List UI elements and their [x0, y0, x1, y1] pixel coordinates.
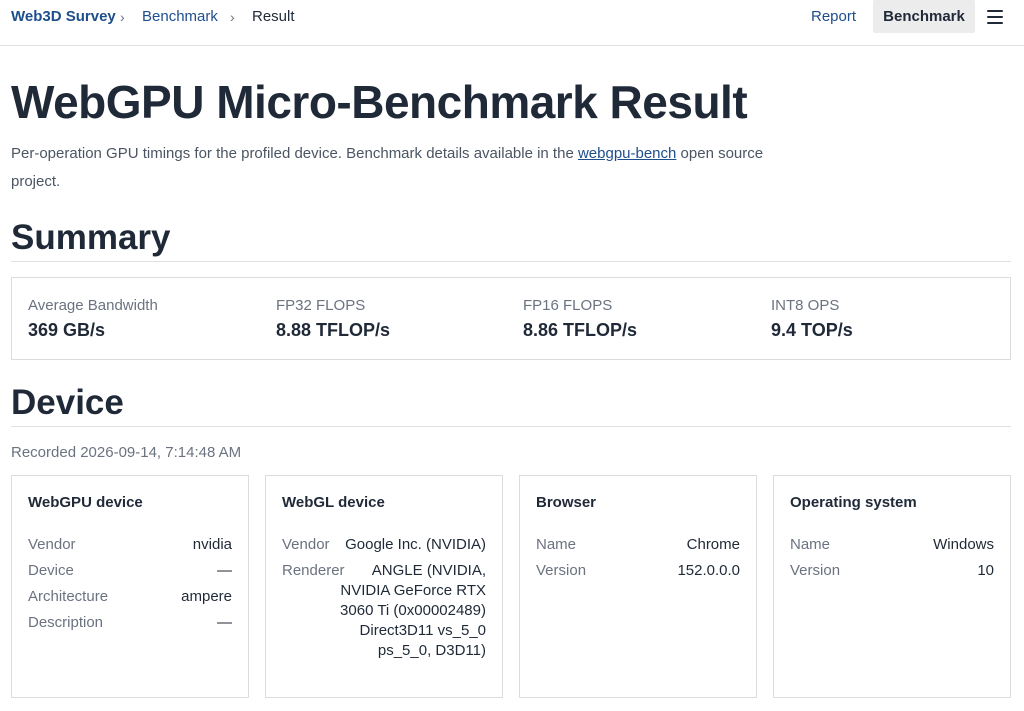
row-value: — [217, 562, 232, 579]
webgpu-device-card: WebGPU device Vendor nvidia Device — Arc… [11, 475, 249, 698]
row-value: ampere [181, 588, 232, 605]
browser-card: Browser Name Chrome Version 152.0.0.0 [519, 475, 757, 698]
row-key: Name [790, 536, 831, 553]
row-value: ANGLE (NVIDIA, NVIDIA GeForce RTX 3060 T… [340, 562, 486, 659]
breadcrumb-current: Result [252, 8, 295, 25]
hamburger-menu-icon[interactable] [987, 10, 1003, 24]
row-value: Google Inc. (NVIDIA) [345, 536, 486, 553]
summary-heading: Summary [11, 218, 171, 257]
chevron-right-icon: › [120, 9, 125, 25]
breadcrumb-benchmark-link[interactable]: Benchmark [142, 8, 218, 26]
row-value: Chrome [686, 536, 740, 553]
row-key: Vendor [28, 536, 76, 553]
stat-label: Average Bandwidth [28, 297, 158, 314]
row-key: Name [536, 536, 577, 553]
row-value: nvidia [192, 536, 232, 553]
row-key: Device [28, 562, 74, 579]
row-key: Version [790, 562, 841, 579]
page-title: WebGPU Micro-Benchmark Result [11, 76, 748, 128]
stat-average-bandwidth: Average Bandwidth 369 GB/s [28, 297, 158, 341]
stat-label: FP32 FLOPS [276, 297, 366, 314]
stat-fp16-flops: FP16 FLOPS 8.86 TFLOP/s [523, 297, 637, 341]
divider [11, 261, 1011, 262]
row-value: — [217, 614, 232, 631]
breadcrumb-home-link[interactable]: Web3D Survey [11, 8, 116, 26]
card-title: Browser [536, 494, 597, 511]
stat-label: INT8 OPS [771, 297, 840, 314]
stat-value: 9.4 TOP/s [771, 320, 853, 340]
row-key: Description [28, 614, 104, 631]
row-value: 10 [977, 562, 994, 579]
device-heading: Device [11, 383, 124, 422]
stat-label: FP16 FLOPS [523, 297, 613, 314]
card-title: Operating system [790, 494, 917, 511]
stat-value: 369 GB/s [28, 320, 106, 340]
intro-paragraph: Per-operation GPU timings for the profil… [11, 140, 801, 196]
operating-system-card: Operating system Name Windows Version 10 [773, 475, 1011, 698]
row-key: Architecture [28, 588, 109, 605]
webgl-device-card: WebGL device Vendor Google Inc. (NVIDIA)… [265, 475, 503, 698]
divider [11, 426, 1011, 427]
stat-value: 8.86 TFLOP/s [523, 320, 638, 340]
stat-value: 8.88 TFLOP/s [276, 320, 391, 340]
intro-text: Per-operation GPU timings for the profil… [11, 145, 578, 162]
card-title: WebGL device [282, 494, 385, 511]
webgpu-bench-link[interactable]: webgpu-bench [578, 145, 676, 162]
chevron-right-icon: › [230, 9, 235, 25]
row-value: Windows [933, 536, 994, 553]
row-key: Vendor [282, 536, 330, 553]
recorded-timestamp: Recorded 2026-09-14, 7:14:48 AM [11, 444, 242, 461]
summary-panel: Average Bandwidth 369 GB/s FP32 FLOPS 8.… [11, 277, 1011, 360]
card-title: WebGPU device [28, 494, 143, 511]
stat-int8-ops: INT8 OPS 9.4 TOP/s [771, 297, 853, 341]
top-navigation-bar: Web3D Survey › Benchmark › Result Report… [0, 0, 1024, 46]
nav-benchmark-link[interactable]: Benchmark [873, 0, 975, 33]
row-value: 152.0.0.0 [677, 562, 740, 579]
stat-fp32-flops: FP32 FLOPS 8.88 TFLOP/s [276, 297, 390, 341]
row-key: Version [536, 562, 587, 579]
nav-report-link[interactable]: Report [811, 8, 856, 25]
